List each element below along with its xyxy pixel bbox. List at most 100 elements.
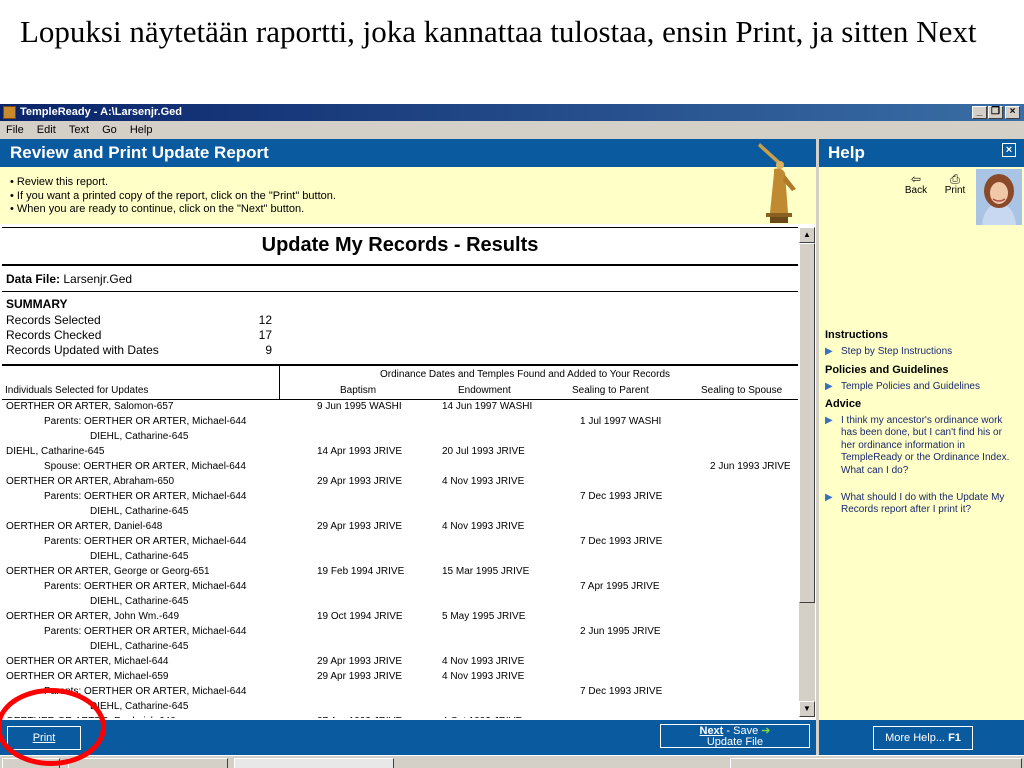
ordinance-header: Ordinance Dates and Temples Found and Ad… [380,369,671,380]
main-header: Review and Print Update Report [0,139,816,167]
assistant-portrait [976,169,1022,225]
help-section-heading: Instructions [825,329,888,341]
help-link-text: I think my ancestor's ordinance work has… [841,415,1010,476]
highlight-circle [0,688,106,766]
help-link-text: Temple Policies and Guidelines [841,381,980,392]
menu-text[interactable]: Text [69,124,89,136]
main-title: Review and Print Update Report [10,143,269,162]
cell-endowment: 14 Jun 1997 WASHI [442,401,533,412]
link-arrow-icon: ▶ [825,346,833,357]
more-help-button[interactable]: More Help... F1 [873,726,973,750]
table-row: DIEHL, Catharine-645 [2,551,798,566]
summary-row-value: 12 [258,313,272,327]
cell-sealing-parent: 1 Jul 1997 WASHI [580,416,662,427]
angel-moroni-icon [758,143,796,223]
table-row: Parents: OERTHER OR ARTER, Michael-644 7 … [2,536,798,551]
vertical-scrollbar[interactable]: ▲ ▼ [799,227,815,717]
help-link-after-print[interactable]: ▶ What should I do with the Update My Rec… [825,492,1015,517]
cell-baptism: 29 Apr 1993 JRIVE [317,521,403,532]
table-row: OERTHER OR ARTER, Abraham-650 29 Apr 1993… [2,476,798,491]
col-individuals: Individuals Selected for Updates [5,385,149,396]
help-print-button[interactable]: ⎙ Print [940,173,970,196]
cell-baptism: 29 Apr 1993 JRIVE [317,656,403,667]
summary-row-label: Records Checked [6,328,102,342]
menu-file[interactable]: File [6,124,24,136]
scroll-thumb[interactable] [799,243,815,603]
cell-baptism: 29 Apr 1993 JRIVE [317,671,403,682]
table-row: OERTHER OR ARTER, Daniel-648 29 Apr 1993 … [2,521,798,536]
instruction-line: • Review this report. [10,176,108,188]
cell-baptism: 29 Apr 1993 JRIVE [317,476,403,487]
taskbar-item[interactable] [68,758,228,768]
help-link-text: Step by Step Instructions [841,346,953,357]
templeready-window: TempleReady - A:\Larsenjr.Ged _ ❐ × File… [0,104,1024,768]
summary-row: Records Selected 12 [6,313,272,328]
column-divider [279,366,280,400]
cell-baptism: 9 Jun 1995 WASHI [317,401,402,412]
report-view[interactable]: Update My Records - Results Data File: L… [2,227,798,718]
help-section-heading: Policies and Guidelines [825,364,949,376]
help-link-text: What should I do with the Update My Reco… [841,492,1005,516]
data-file-label: Data File: [6,272,61,286]
cell-individual: DIEHL, Catharine-645 [90,551,189,562]
col-baptism: Baptism [340,385,377,396]
table-row: OERTHER OR ARTER, John Wm.-649 19 Oct 199… [2,611,798,626]
divider [2,291,798,292]
table-row: DIEHL, Catharine-645 14 Apr 1993 JRIVE 20 … [2,446,798,461]
divider [2,264,798,266]
instruction-line: • If you want a printed copy of the repo… [10,189,336,202]
cell-endowment: 4 Nov 1993 JRIVE [442,656,525,667]
summary-row: Records Updated with Dates 9 [6,343,272,358]
cell-sealing-parent: 2 Jun 1995 JRIVE [580,626,661,637]
menu-help[interactable]: Help [130,124,153,136]
cell-individual: DIEHL, Catharine-645 [90,506,189,517]
cell-baptism: 14 Apr 1993 JRIVE [317,446,403,457]
slide-caption: Lopuksi näytetään raportti, joka kannatt… [20,14,977,49]
more-help-key: F1 [948,732,961,744]
help-link-ordinance-not-found[interactable]: ▶ I think my ancestor's ordinance work ha… [825,415,1015,477]
cell-individual: DIEHL, Catharine-645 [90,431,189,442]
help-pane: Help × ⇦ Back ⎙ Print Instructions ▶ Step b… [819,139,1024,756]
cell-endowment: 15 Mar 1995 JRIVE [442,566,530,577]
instruction-line: • When you are ready to continue, click … [10,203,305,215]
cell-individual: Parents: OERTHER OR ARTER, Michael-644 [44,416,247,427]
main-button-bar: Print Next - Save ➔ Update File [0,720,816,756]
minimize-button[interactable]: _ [972,106,987,119]
maximize-button[interactable]: ❐ [988,106,1003,119]
summary-row-value: 9 [265,343,272,357]
cell-sealing-parent: 7 Dec 1993 JRIVE [580,536,663,547]
scroll-up-button[interactable]: ▲ [799,227,815,243]
scroll-down-button[interactable]: ▼ [799,701,815,717]
cell-individual: OERTHER OR ARTER, Michael-659 [6,671,169,682]
data-file-line: Data File: Larsenjr.Ged [6,272,132,286]
col-sealing-parent: Sealing to Parent [572,385,649,396]
taskbar [0,755,1024,768]
table-row: OERTHER OR ARTER, Michael-644 29 Apr 1993… [2,656,798,671]
cell-individual: Parents: OERTHER OR ARTER, Michael-644 [44,536,247,547]
more-help-label: More Help... [885,732,945,744]
menu-edit[interactable]: Edit [37,124,56,136]
next-button[interactable]: Next - Save ➔ Update File [660,724,810,748]
help-header: Help × [819,139,1024,167]
table-row: OERTHER OR ARTER, Michael-659 29 Apr 1993… [2,671,798,686]
cell-endowment: 20 Jul 1993 JRIVE [442,446,525,457]
cell-sealing-parent: 7 Dec 1993 JRIVE [580,491,663,502]
help-link-policies[interactable]: ▶ Temple Policies and Guidelines [825,381,1015,393]
app-icon [3,106,16,119]
menu-go[interactable]: Go [102,124,117,136]
help-back-button[interactable]: ⇦ Back [901,173,931,196]
cell-individual: DIEHL, Catharine-645 [90,701,189,712]
summary-row: Records Checked 17 [6,328,272,343]
cell-endowment: 4 Oct 1993 JRIVE [442,716,522,718]
report-title: Update My Records - Results [261,234,539,256]
close-button[interactable]: × [1005,106,1020,119]
menu-bar: File Edit Text Go Help [0,121,1024,139]
cell-endowment: 4 Nov 1993 JRIVE [442,521,525,532]
help-close-button[interactable]: × [1002,143,1016,157]
data-file-value: Larsenjr.Ged [63,272,133,286]
cell-baptism: 19 Oct 1994 JRIVE [317,611,403,622]
help-back-label: Back [904,185,928,196]
help-link-step-by-step[interactable]: ▶ Step by Step Instructions [825,346,1015,358]
table-row: Parents: OERTHER OR ARTER, Michael-644 2 … [2,626,798,641]
taskbar-item-active[interactable] [234,758,394,768]
